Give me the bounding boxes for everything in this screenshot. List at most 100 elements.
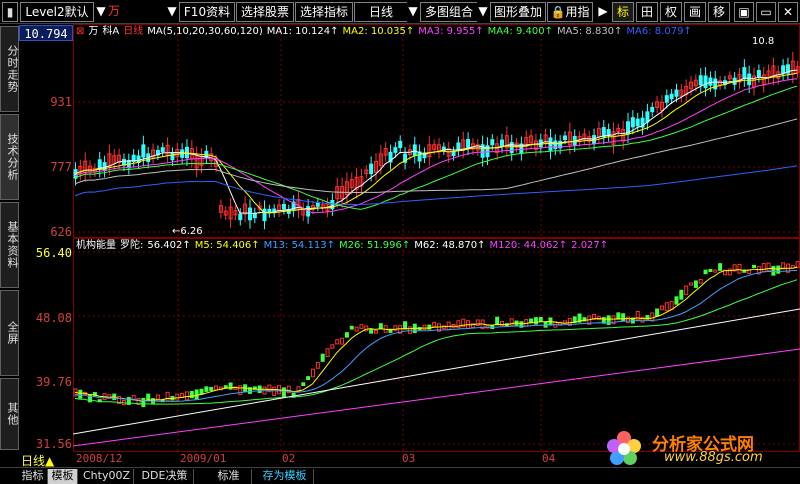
- candle-body: [369, 163, 374, 175]
- energy-bar: [184, 391, 189, 401]
- chevron-down-icon[interactable]: ▼: [166, 2, 178, 22]
- ma2-value: MA2: 10.035↑: [342, 26, 415, 37]
- energy-bar: [698, 278, 703, 284]
- scroll-right-icon[interactable]: ▶: [596, 2, 610, 22]
- ma3-value: MA3: 9.955↑: [418, 26, 484, 37]
- energy-bar: [340, 337, 345, 345]
- energy-bar: [776, 265, 781, 274]
- ma-params: MA(5,10,20,30,60,120): [147, 26, 263, 37]
- right-button[interactable]: 权: [660, 2, 682, 22]
- energy-bar: [369, 329, 374, 334]
- chevron-down-icon[interactable]: ▼: [407, 2, 419, 22]
- energy-bar: [155, 394, 160, 400]
- main-candles: [73, 51, 800, 230]
- use-guide-label: 用指: [565, 5, 590, 19]
- mark-button[interactable]: 标: [612, 2, 634, 22]
- f10-button[interactable]: F10资料: [179, 2, 235, 22]
- energy-bar: [214, 385, 219, 391]
- right-value: 10.8: [752, 36, 775, 47]
- m5-line: [74, 266, 798, 402]
- energy-bar: [674, 296, 679, 305]
- bottom-tab-standard[interactable]: 标准: [206, 469, 252, 484]
- energy-bar: [141, 397, 146, 408]
- energy-bar: [669, 300, 674, 310]
- sub-ma-lines: [73, 266, 800, 447]
- low-marker: ←6.26: [172, 226, 203, 237]
- candle-body: [703, 75, 708, 89]
- m120-value: M120: 44.062↑: [489, 240, 568, 251]
- candle-body: [281, 203, 286, 210]
- candle-body: [500, 139, 505, 148]
- period-badge-label: 日线: [21, 454, 46, 468]
- energy-bar: [713, 269, 718, 273]
- bottom-tab-save-template[interactable]: 存为模板: [256, 469, 314, 484]
- select-indicator-button[interactable]: 选择指标: [295, 2, 353, 22]
- energy-bar: [194, 389, 199, 400]
- ma4-value: MA4: 9.400↑: [487, 26, 554, 37]
- energy-bar: [306, 376, 311, 381]
- overlay-button[interactable]: 图形叠加: [490, 2, 546, 22]
- energy-bar: [495, 316, 500, 326]
- chevron-down-icon[interactable]: ▼: [95, 2, 107, 22]
- x-label-03: 03: [402, 452, 416, 465]
- energy-bar: [708, 269, 713, 273]
- energy-bar: [664, 302, 669, 311]
- side-tab-timeshare[interactable]: 分时走势: [0, 26, 19, 112]
- stock-icon: ⊠: [76, 26, 85, 37]
- energy-bar: [432, 321, 437, 327]
- energy-bar: [204, 386, 209, 392]
- square-icon[interactable]: ▣: [734, 2, 754, 22]
- candle-body: [664, 95, 669, 103]
- candle-body: [650, 106, 655, 113]
- side-tab-other[interactable]: 其他: [0, 378, 19, 450]
- side-tab-technical[interactable]: 技术分析: [0, 114, 19, 200]
- multi-chart-button[interactable]: 多图组合: [420, 2, 478, 22]
- sub-name: 机构能量: [76, 240, 116, 251]
- candle-body: [398, 140, 403, 149]
- candle-body: [635, 118, 640, 127]
- candle-body: [781, 65, 786, 74]
- y-tick-626: 626: [50, 225, 72, 239]
- energy-bar: [737, 263, 742, 274]
- ma6-value: MA6: 8.079↑: [626, 26, 692, 37]
- bottom-tab-dde[interactable]: DDE决策: [136, 469, 194, 484]
- grid-button[interactable]: 田: [636, 2, 658, 22]
- energy-bar: [209, 386, 214, 392]
- candle-body: [184, 146, 189, 159]
- energy-bar: [407, 326, 412, 334]
- close-icon[interactable]: ✕: [778, 2, 798, 22]
- y-tick-sub-top: 56.40: [35, 246, 72, 260]
- bottom-tab-chty[interactable]: Chty00Z: [80, 469, 134, 484]
- menu-icon[interactable]: ▮: [2, 2, 18, 22]
- energy-bar: [281, 387, 286, 398]
- energy-bar: [330, 344, 335, 349]
- energy-bar: [684, 285, 689, 296]
- use-guide-button[interactable]: 🔒用指: [547, 2, 593, 22]
- draw-button[interactable]: 画: [684, 2, 706, 22]
- candle-body: [742, 67, 747, 80]
- candle-body: [645, 111, 650, 123]
- m62-value: M62: 48.870↑: [414, 240, 486, 251]
- select-stock-button[interactable]: 选择股票: [236, 2, 294, 22]
- move-button[interactable]: 移: [708, 2, 730, 22]
- chevron-down-icon[interactable]: ▼: [477, 2, 489, 22]
- level2-button[interactable]: Level2默认: [20, 2, 94, 22]
- bottom-tab-indicator[interactable]: 指标: [18, 469, 48, 484]
- energy-bar: [359, 324, 364, 329]
- side-tab-fullscreen[interactable]: 全屏: [0, 290, 19, 376]
- bottom-tab-template[interactable]: 模板: [48, 469, 78, 484]
- sub-value: 56.402↑: [147, 240, 191, 251]
- candle-body: [674, 89, 679, 97]
- candle-body: [451, 151, 456, 157]
- side-tab-fundamental[interactable]: 基本资料: [0, 202, 19, 288]
- minimize-icon[interactable]: ▭: [756, 2, 776, 22]
- period-button[interactable]: 日线: [354, 2, 408, 22]
- m26-line: [74, 279, 798, 405]
- sub-candles: [73, 261, 800, 408]
- candle-body: [563, 135, 568, 141]
- candle-body: [669, 93, 674, 100]
- main-panel-frame: [73, 24, 800, 238]
- y-tick-sub-4: 31.56: [35, 437, 72, 451]
- energy-bar: [325, 348, 330, 357]
- kline-chart[interactable]: [73, 24, 800, 452]
